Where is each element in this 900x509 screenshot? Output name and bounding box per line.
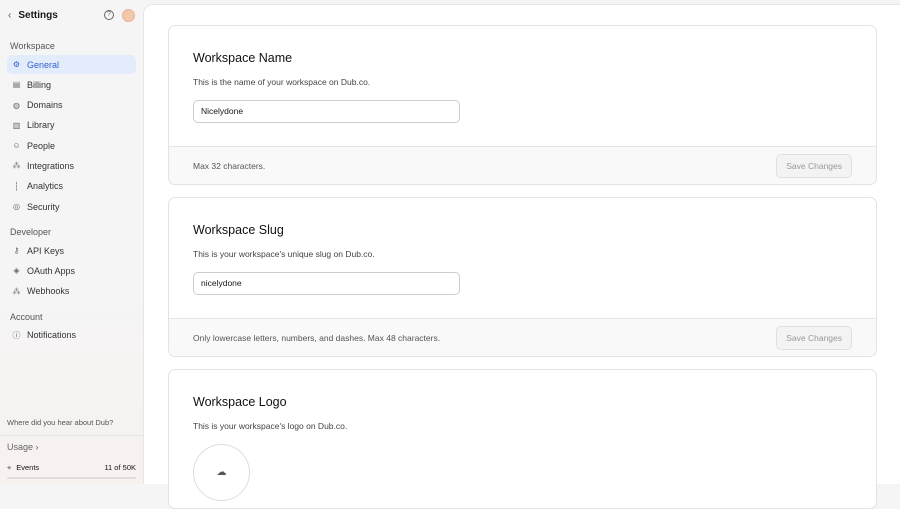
sidebar-item-label: Integrations xyxy=(27,160,75,171)
sidebar-item-label: General xyxy=(27,59,60,70)
events-label: Events xyxy=(16,463,40,472)
events-usage: ⌖ Events 11 of 50K xyxy=(7,463,136,473)
save-changes-button[interactable]: Save Changes xyxy=(776,153,852,178)
info-icon: ⓘ xyxy=(12,330,21,340)
card-title: Workspace Logo xyxy=(193,395,287,409)
sidebar-item-library[interactable]: ▥ Library xyxy=(7,116,136,135)
card-description: This is your workspace's logo on Dub.co. xyxy=(193,421,348,431)
cube-icon: ◈ xyxy=(13,266,20,276)
sidebar-item-label: API Keys xyxy=(27,245,65,256)
sidebar-item-label: Domains xyxy=(27,100,63,111)
cursor-click-icon: ⌖ xyxy=(7,463,12,472)
workspace-name-input[interactable]: Nicelydone xyxy=(193,100,460,123)
events-value: 11 of 50K xyxy=(104,463,136,472)
hint-text: Max 32 characters. xyxy=(193,160,266,171)
sidebar-item-label: Billing xyxy=(27,79,52,90)
webhook-icon: ⁂ xyxy=(12,286,21,296)
card-title: Workspace Slug xyxy=(193,223,284,237)
workspace-logo-card: Workspace Logo This is your workspace's … xyxy=(168,369,877,509)
sidebar-item-security[interactable]: ◎ Security xyxy=(7,197,136,216)
workspace-slug-input[interactable]: nicelydone xyxy=(193,272,460,295)
shield-icon: ◎ xyxy=(13,202,20,212)
card-description: This is the name of your workspace on Du… xyxy=(193,77,371,87)
chevron-right-icon: › xyxy=(35,442,39,452)
globe-icon: ◍ xyxy=(13,100,20,110)
section-label-account: Account xyxy=(10,311,43,322)
main-content: Workspace Name This is the name of your … xyxy=(143,4,900,509)
card-description: This is your workspace's unique slug on … xyxy=(193,249,375,259)
card-footer: Only lowercase letters, numbers, and das… xyxy=(169,318,876,356)
integrations-icon: ⁂ xyxy=(12,161,21,171)
sidebar-item-webhooks[interactable]: ⁂ Webhooks xyxy=(7,282,136,301)
cloud-upload-icon: ☁ xyxy=(216,467,227,478)
page-title: Settings xyxy=(18,9,58,21)
workspace-slug-card: Workspace Slug This is your workspace's … xyxy=(168,197,877,357)
section-label-workspace: Workspace xyxy=(10,41,55,51)
sidebar-item-people[interactable]: ☺ People xyxy=(7,136,136,155)
usage-link[interactable]: Usage › xyxy=(7,442,136,452)
sidebar-item-label: Webhooks xyxy=(27,286,70,297)
sidebar-item-billing[interactable]: ▤ Billing xyxy=(7,75,136,94)
avatar[interactable] xyxy=(122,8,135,22)
sidebar-item-label: Notifications xyxy=(27,330,77,341)
help-icon[interactable]: ? xyxy=(104,10,114,20)
sidebar-header: ‹ Settings ? xyxy=(0,0,143,30)
sidebar-item-label: Library xyxy=(27,120,55,131)
sidebar-item-label: OAuth Apps xyxy=(27,265,76,276)
save-changes-button[interactable]: Save Changes xyxy=(776,325,852,350)
usage-label: Usage xyxy=(7,442,34,452)
logo-upload[interactable]: ☁ xyxy=(193,444,250,501)
sidebar-item-integrations[interactable]: ⁂ Integrations xyxy=(7,156,136,175)
sidebar-item-label: Analytics xyxy=(27,181,64,192)
events-progress-bar xyxy=(7,477,136,479)
hint-text: Only lowercase letters, numbers, and das… xyxy=(193,332,441,343)
chart-icon: ┆ xyxy=(14,181,19,191)
sidebar-item-label: Security xyxy=(27,201,60,212)
sidebar: ‹ Settings ? Workspace ⚙ General ▤ Billing… xyxy=(0,0,143,484)
key-icon: ⚷ xyxy=(13,246,20,256)
users-icon: ☺ xyxy=(12,141,21,151)
sidebar-item-domains[interactable]: ◍ Domains xyxy=(7,96,136,115)
library-icon: ▥ xyxy=(12,120,21,130)
sidebar-item-api-keys[interactable]: ⚷ API Keys xyxy=(7,241,136,260)
sidebar-item-label: People xyxy=(27,140,56,151)
section-label-developer: Developer xyxy=(10,227,52,238)
sidebar-item-general[interactable]: ⚙ General xyxy=(7,55,136,74)
sidebar-item-oauth-apps[interactable]: ◈ OAuth Apps xyxy=(7,261,136,280)
usage-panel: Usage › ⌖ Events 11 of 50K xyxy=(0,435,143,485)
workspace-name-card: Workspace Name This is the name of your … xyxy=(168,25,877,185)
gear-icon: ⚙ xyxy=(12,60,21,69)
card-title: Workspace Name xyxy=(193,51,293,65)
sidebar-item-analytics[interactable]: ┆ Analytics xyxy=(7,177,136,196)
card-footer: Max 32 characters. Save Changes xyxy=(169,146,876,184)
referral-survey-link[interactable]: Where did you hear about Dub? xyxy=(7,418,113,427)
receipt-icon: ▤ xyxy=(12,80,21,90)
sidebar-item-notifications[interactable]: ⓘ Notifications xyxy=(7,326,136,345)
back-chevron-icon[interactable]: ‹ xyxy=(8,10,11,21)
